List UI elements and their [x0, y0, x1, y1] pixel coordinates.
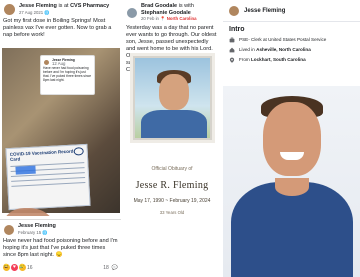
with-prefix: is with: [178, 3, 194, 9]
avatar[interactable]: [126, 6, 138, 19]
from-location[interactable]: Lockhart, South Carolina: [251, 57, 306, 62]
inset-post: Jesse Fleming 12 Aug Have never had food…: [40, 55, 95, 95]
place-name[interactable]: CVS Pharmacy: [70, 3, 109, 9]
briefcase-icon: [229, 37, 235, 43]
profile-header: Jesse Fleming: [223, 0, 360, 22]
home-icon: [229, 47, 235, 53]
ink-mark: [15, 165, 36, 175]
post-vaccine: Jesse Fleming is at CVS Pharmacy 27 Aug …: [0, 0, 121, 216]
globe-icon: 🌐: [42, 229, 48, 235]
post-header: Brad Goodale is with Stephanie Goodale 2…: [123, 0, 221, 23]
obituary-label: Official Obituary of: [151, 166, 193, 172]
obituary-name: Jesse R. Fleming: [135, 180, 209, 191]
post-date[interactable]: 27 Aug 2021: [19, 10, 43, 15]
inset-text: Have never had food poisoning before and…: [43, 66, 92, 82]
author-name[interactable]: Jesse Fleming: [18, 223, 56, 229]
tagged-name[interactable]: Stephanie Goodale: [141, 10, 191, 16]
post-text: Got my first dose in Boiling Springs! Mo…: [3, 18, 112, 38]
obituary-photo[interactable]: [133, 56, 212, 140]
profile-panel: Jesse Fleming Intro PSE- Clerk at United…: [223, 0, 360, 277]
profile-name[interactable]: Jesse Fleming: [244, 8, 285, 14]
post-date[interactable]: 20 Feb: [141, 16, 154, 21]
globe-icon: 🌐: [44, 9, 50, 15]
profile-photo[interactable]: [223, 86, 360, 277]
location-pin-icon: 📍: [160, 16, 166, 21]
love-icon: ♥: [11, 264, 18, 271]
post-text: Have never had food poisoning before and…: [3, 238, 118, 258]
avatar[interactable]: [228, 4, 240, 17]
location-pin-icon: [229, 57, 235, 63]
sad-icon: 😢: [19, 264, 26, 271]
avatar[interactable]: [3, 223, 15, 236]
intro-lives: Lived in Asheville, North Carolina: [229, 47, 354, 53]
from-prefix: From: [239, 57, 250, 63]
author-name[interactable]: Jesse Fleming: [19, 3, 57, 9]
avatar: [43, 58, 50, 66]
intro-section: Intro PSE- Clerk at United States Postal…: [223, 22, 360, 71]
reaction-bar: 😆 ♥ 😢 16 18 💬: [0, 264, 121, 271]
vaccination-card: COVID-19 Vaccination Record Card: [5, 143, 91, 211]
location-name[interactable]: North Carolina: [167, 16, 197, 21]
comment-icon: 💬: [111, 264, 118, 271]
lives-location[interactable]: Asheville, North Carolina: [256, 47, 311, 52]
comment-count: 18: [103, 264, 109, 271]
post-header: Jesse Fleming is at CVS Pharmacy 27 Aug …: [0, 0, 121, 16]
intro-from: From Lockhart, South Carolina: [229, 57, 354, 63]
post-date[interactable]: February 15: [18, 230, 41, 235]
intro-title: Intro: [229, 26, 245, 33]
post-header: Jesse Fleming February 15 🌐: [0, 220, 121, 236]
post-food-poisoning: Jesse Fleming February 15 🌐 Have never h…: [0, 219, 121, 277]
checkin-prefix: is at: [58, 3, 69, 9]
comment-summary[interactable]: 18 💬: [103, 265, 118, 271]
haha-icon: 😆: [3, 264, 10, 271]
intro-work: PSE- Clerk at United States Postal Servi…: [229, 37, 354, 43]
lives-prefix: Lived in: [239, 47, 255, 53]
post-obituary: Brad Goodale is with Stephanie Goodale 2…: [123, 0, 221, 277]
obituary-age: 33 Years Old: [159, 210, 185, 215]
author-name[interactable]: Brad Goodale: [141, 3, 177, 9]
avatar[interactable]: [3, 3, 16, 16]
reaction-count: 16: [27, 264, 33, 271]
obituary-dates: May 17, 1990 ~ February 19, 2024: [133, 198, 211, 204]
location-prefix: in: [155, 16, 159, 21]
reactions-summary[interactable]: 😆 ♥ 😢 16: [3, 264, 33, 271]
work-text[interactable]: PSE- Clerk at United States Postal Servi…: [239, 37, 326, 42]
